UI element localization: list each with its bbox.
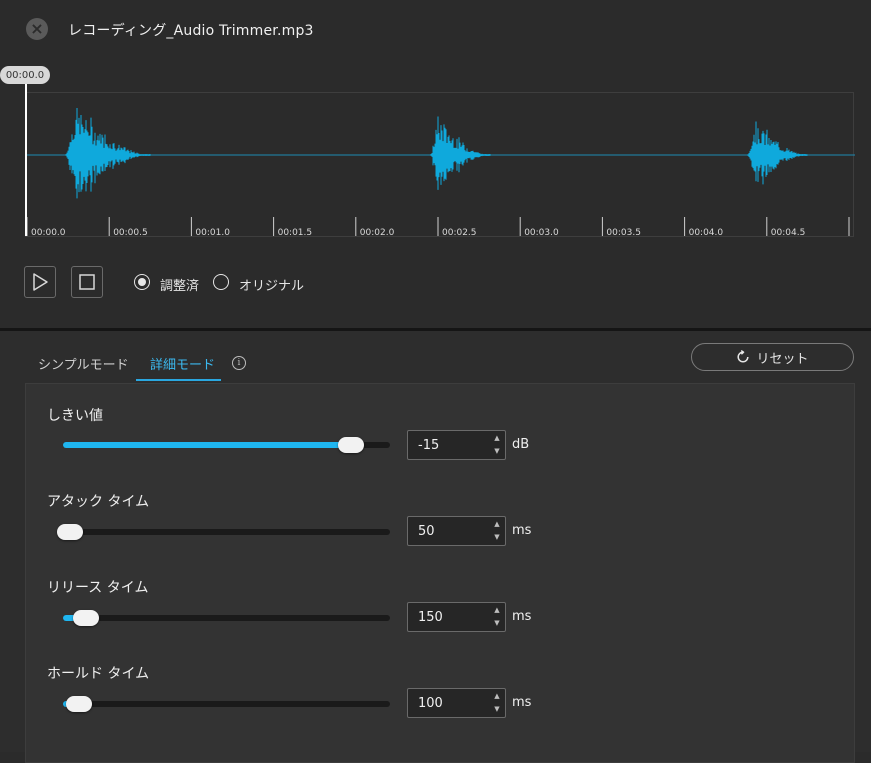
time-tick-label: 00:03.0 [524,228,559,238]
param-label: ホールド タイム [47,666,150,682]
unit-label: ms [512,695,532,710]
param-hold-time: ホールド タイム 100 ▲ ▼ ms [26,663,854,743]
slider-track[interactable] [63,610,390,626]
number-input-value[interactable]: -15 [418,438,439,453]
tab-advanced-mode[interactable]: 詳細モード [150,354,215,373]
slider-track[interactable] [63,696,390,712]
unit-label: ms [512,523,532,538]
unit-label: ms [512,609,532,624]
decrement-icon[interactable]: ▼ [493,619,501,627]
refresh-icon [737,350,750,363]
increment-icon[interactable]: ▲ [493,520,501,528]
play-icon [33,273,48,291]
spinner-arrows: ▲ ▼ [493,434,501,456]
param-label: アタック タイム [47,494,150,510]
playback-controls: 調整済 オリジナル [24,266,424,302]
number-input-value[interactable]: 100 [418,696,443,711]
param-threshold: しきい値 -15 ▲ ▼ dB [26,405,854,485]
spinner-arrows: ▲ ▼ [493,520,501,542]
increment-icon[interactable]: ▲ [493,692,501,700]
number-input[interactable]: 50 ▲ ▼ [407,516,506,546]
increment-icon[interactable]: ▲ [493,606,501,614]
spinner-arrows: ▲ ▼ [493,692,501,714]
decrement-icon[interactable]: ▼ [493,447,501,455]
radio-original[interactable] [213,274,229,290]
slider-track[interactable] [56,524,390,540]
time-tick-label: 00:02.0 [360,228,395,238]
playhead-line[interactable] [25,84,27,236]
param-attack-time: アタック タイム 50 ▲ ▼ ms [26,491,854,571]
waveform-burst [747,121,808,185]
radio-selected-dot [138,278,146,286]
active-tab-indicator [136,379,221,381]
slider-track[interactable] [63,437,390,453]
radio-adjusted[interactable] [134,274,150,290]
slider-thumb[interactable] [337,437,364,453]
time-tick-label: 00:00.0 [31,228,66,238]
time-tick-label: 00:03.5 [606,228,641,238]
number-input[interactable]: -15 ▲ ▼ [407,430,506,460]
settings-area: シンプルモード 詳細モード i リセット しきい値 -15 ▲ ▼ dB アタッ… [0,331,871,763]
spinner-arrows: ▲ ▼ [493,606,501,628]
radio-original-label[interactable]: オリジナル [239,275,304,294]
increment-icon[interactable]: ▲ [493,434,501,442]
reset-button[interactable]: リセット [691,343,854,371]
param-label: しきい値 [47,408,103,424]
param-label: リリース タイム [47,580,149,596]
slider-thumb[interactable] [66,696,93,712]
close-button[interactable]: × [26,18,48,40]
time-tick-label: 00:04.0 [689,228,724,238]
number-input-value[interactable]: 50 [418,524,435,539]
stop-icon [79,274,95,290]
slider-thumb[interactable] [72,610,99,626]
waveform-panel[interactable]: 00:00.0 00:00.5 00:01.0 00:01.5 00:02.0 00:02… [25,92,855,238]
waveform-burst [430,116,491,190]
param-release-time: リリース タイム 150 ▲ ▼ ms [26,577,854,657]
waveform-chart[interactable]: 00:00.0 00:00.5 00:01.0 00:01.5 00:02.0 00:02… [26,93,855,238]
unit-label: dB [512,437,530,452]
file-title: レコーディング_Audio Trimmer.mp3 [68,23,314,39]
time-tick-label: 00:01.5 [278,228,313,238]
number-input[interactable]: 100 ▲ ▼ [407,688,506,718]
waveform-burst [65,108,151,199]
decrement-icon[interactable]: ▼ [493,533,501,541]
parameters-panel: しきい値 -15 ▲ ▼ dB アタック タイム 50 ▲ ▼ ms リリース … [25,383,855,763]
radio-adjusted-label[interactable]: 調整済 [160,275,199,294]
decrement-icon[interactable]: ▼ [493,705,501,713]
time-tick-label: 00:00.5 [113,228,148,238]
tab-simple-mode[interactable]: シンプルモード [38,354,129,373]
slider-thumb[interactable] [56,524,83,540]
info-icon[interactable]: i [232,356,246,370]
number-input-value[interactable]: 150 [418,610,443,625]
time-tick-label: 00:01.0 [195,228,230,238]
play-button[interactable] [24,266,56,298]
stop-button[interactable] [71,266,103,298]
playhead-time-badge[interactable]: 00:00.0 [0,66,50,84]
close-icon: × [30,19,44,38]
time-tick-label: 00:04.5 [771,228,806,238]
title-bar: × レコーディング_Audio Trimmer.mp3 [0,0,871,60]
time-tick-label: 00:02.5 [442,228,477,238]
number-input[interactable]: 150 ▲ ▼ [407,602,506,632]
slider-fill [63,442,351,448]
reset-label: リセット [756,351,809,367]
